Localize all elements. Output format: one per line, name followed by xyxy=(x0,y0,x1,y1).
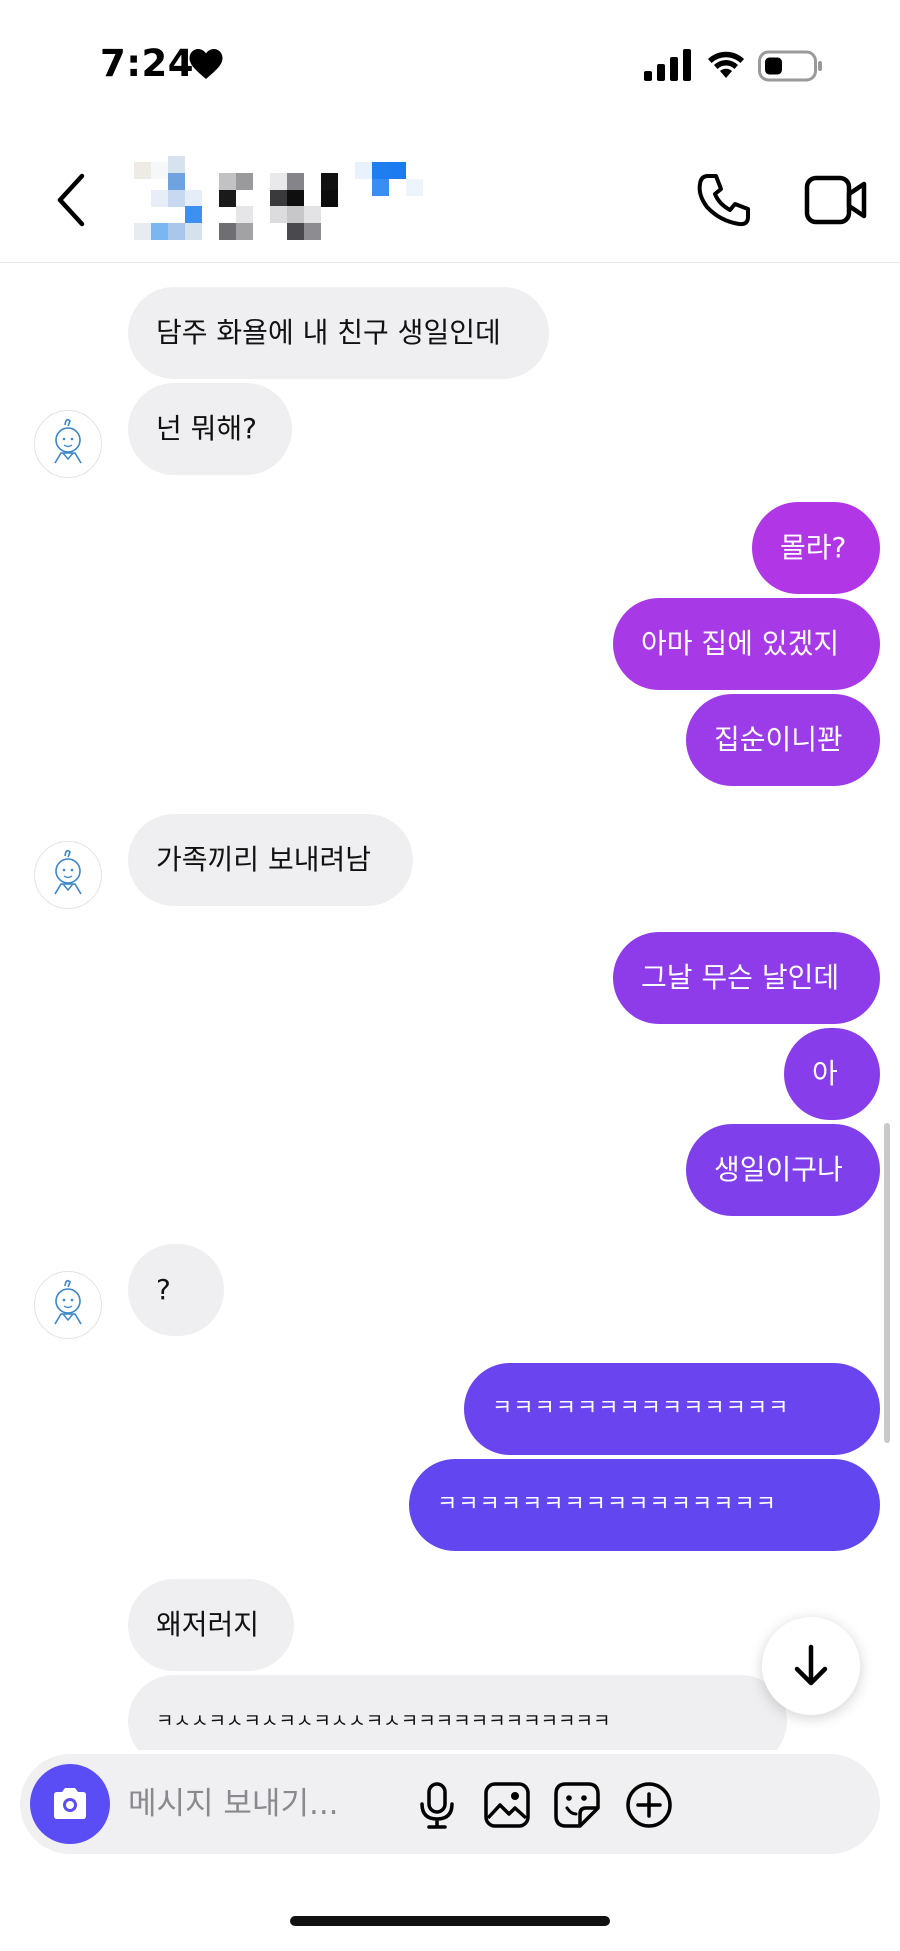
cartoon-face-icon xyxy=(54,1279,82,1325)
arrow-down-icon xyxy=(794,1644,828,1686)
chevron-left-icon[interactable] xyxy=(52,172,92,228)
contact-name-pixelated[interactable] xyxy=(134,156,514,240)
plus-circle-icon[interactable] xyxy=(624,1780,674,1830)
wifi-icon xyxy=(708,51,744,78)
message-bubble-outgoing[interactable]: 아마 집에 있겠지 xyxy=(613,598,880,690)
avatar[interactable] xyxy=(34,410,102,478)
avatar[interactable] xyxy=(34,841,102,909)
sticker-icon[interactable] xyxy=(552,1780,602,1830)
message-thread[interactable]: 담주 화욜에 내 친구 생일인데 넌 뭐해? 몰라? 아마 집에 있겠지 집순이… xyxy=(0,263,900,1750)
home-indicator[interactable] xyxy=(290,1916,610,1926)
message-bubble-outgoing[interactable]: 아 xyxy=(784,1028,880,1120)
message-bubble-incoming[interactable]: 왜저러지 xyxy=(128,1579,294,1671)
cartoon-face-icon xyxy=(54,418,82,464)
message-bubble-outgoing[interactable]: ㅋㅋㅋㅋㅋㅋㅋㅋㅋㅋㅋㅋㅋㅋ xyxy=(464,1363,880,1455)
chat-header xyxy=(0,120,900,263)
message-bubble-outgoing[interactable]: 생일이구나 xyxy=(686,1124,880,1216)
cellular-signal-icon xyxy=(644,49,691,81)
message-composer xyxy=(20,1754,880,1854)
message-bubble-outgoing[interactable]: 그날 무슨 날인데 xyxy=(613,932,880,1024)
scrollbar[interactable] xyxy=(884,1123,890,1443)
message-bubble-incoming[interactable]: 담주 화욜에 내 친구 생일인데 xyxy=(128,287,549,379)
message-bubble-incoming[interactable]: 넌 뭐해? xyxy=(128,383,292,475)
camera-icon xyxy=(54,1788,86,1819)
status-bar: 7:24 xyxy=(0,0,900,120)
avatar[interactable] xyxy=(34,1271,102,1339)
microphone-icon[interactable] xyxy=(412,1780,462,1830)
camera-button[interactable] xyxy=(30,1764,110,1844)
message-bubble-incoming[interactable]: 가족끼리 보내려남 xyxy=(128,814,413,906)
message-bubble-outgoing[interactable]: 몰라? xyxy=(752,502,880,594)
status-time: 7:24 xyxy=(100,42,195,85)
video-camera-icon[interactable] xyxy=(804,172,868,228)
heart-icon xyxy=(189,49,223,79)
cartoon-face-icon xyxy=(54,849,82,895)
message-bubble-outgoing[interactable]: ㅋㅋㅋㅋㅋㅋㅋㅋㅋㅋㅋㅋㅋㅋㅋㅋ xyxy=(409,1459,880,1551)
message-bubble-outgoing[interactable]: 집순이니꽌 xyxy=(686,694,880,786)
scroll-to-bottom-button[interactable] xyxy=(762,1617,860,1715)
message-bubble-incoming[interactable]: ㅋㅅㅅㅋㅅㅋㅅㅋㅅㅋㅅㅅㅋㅅㅋㅋㅋㅋㅋㅋㅋㅋㅋㅋㅋㅋ xyxy=(128,1675,787,1750)
battery-icon xyxy=(758,50,822,82)
image-icon[interactable] xyxy=(482,1780,532,1830)
phone-icon[interactable] xyxy=(694,170,754,230)
message-bubble-incoming[interactable]: ? xyxy=(128,1244,224,1336)
